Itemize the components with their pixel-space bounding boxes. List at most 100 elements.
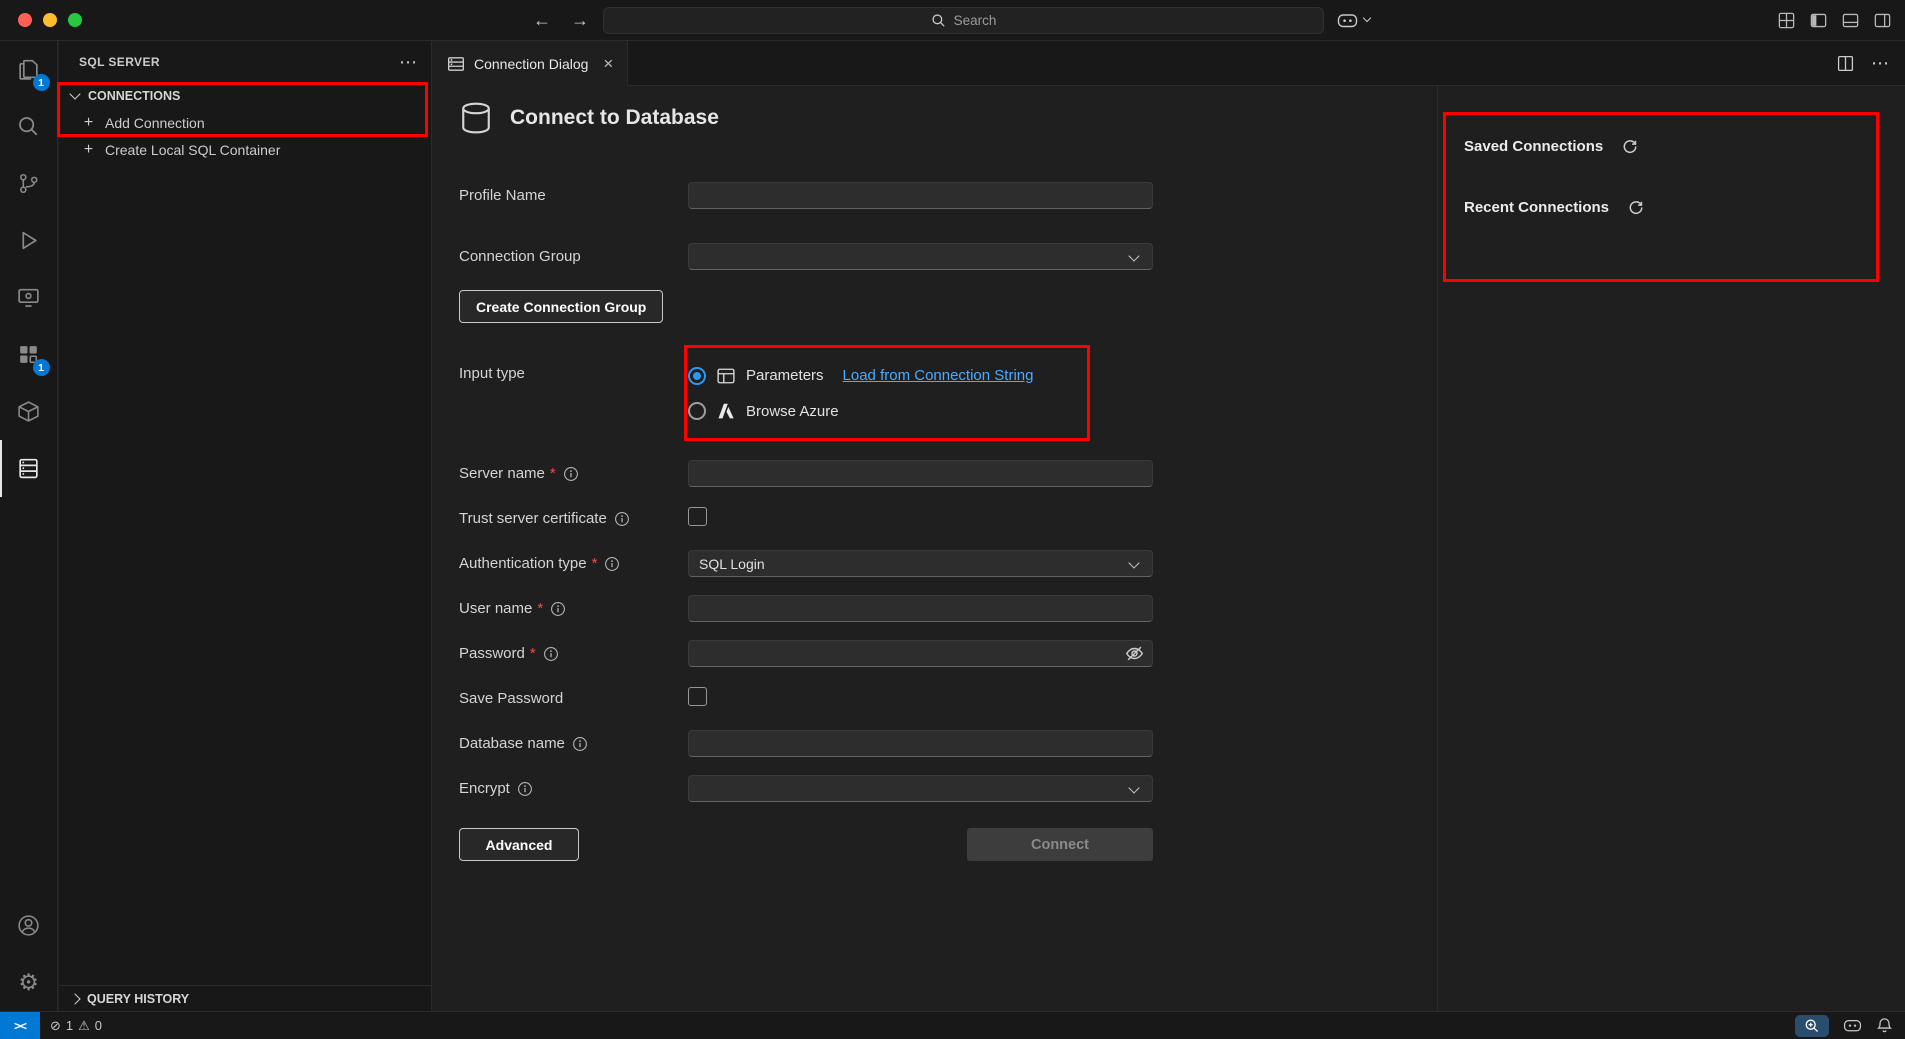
create-local-sql-container-item[interactable]: + Create Local SQL Container — [59, 136, 431, 163]
window-controls — [18, 13, 82, 27]
profile-name-label: Profile Name — [459, 187, 546, 204]
copilot-menu-button[interactable] — [1337, 0, 1370, 40]
trust-server-certificate-label: Trust server certificate — [459, 510, 607, 527]
profile-name-input[interactable] — [688, 182, 1153, 209]
chevron-right-icon — [69, 993, 80, 1004]
warning-icon: ⚠ — [78, 1018, 90, 1034]
advanced-button[interactable]: Advanced — [459, 828, 579, 861]
info-icon[interactable] — [517, 781, 533, 797]
sidebar-item-source-control[interactable] — [0, 155, 58, 212]
title-bar: ← → Search — [0, 0, 1905, 41]
info-icon[interactable] — [543, 646, 559, 662]
info-icon[interactable] — [572, 736, 588, 752]
encrypt-label: Encrypt — [459, 780, 510, 797]
toggle-password-visibility-icon[interactable] — [1125, 644, 1144, 663]
copilot-icon — [1337, 12, 1358, 29]
command-center-search[interactable]: Search — [603, 7, 1324, 34]
connections-section-label: CONNECTIONS — [88, 89, 180, 103]
error-count: 1 — [66, 1018, 73, 1033]
editor-group: Connection Dialog × ⋯ Connect to Databas… — [433, 41, 1905, 1011]
authentication-type-label: Authentication type — [459, 555, 587, 572]
activity-bar: 1 1 — [0, 41, 58, 1011]
status-bar: >< ⊘ 1 ⚠ 0 — [0, 1011, 1905, 1039]
toggle-panel-icon[interactable] — [1842, 12, 1859, 29]
info-icon[interactable] — [614, 511, 630, 527]
window-minimize-button[interactable] — [43, 13, 57, 27]
error-icon: ⊘ — [50, 1018, 61, 1034]
database-icon — [459, 101, 493, 135]
save-password-label: Save Password — [459, 690, 563, 707]
server-name-input[interactable] — [688, 460, 1153, 487]
connect-button[interactable]: Connect — [967, 828, 1153, 861]
encrypt-select[interactable] — [688, 775, 1153, 802]
user-name-input[interactable] — [688, 595, 1153, 622]
sidebar-item-run-debug[interactable] — [0, 212, 58, 269]
remote-indicator-button[interactable]: >< — [0, 1012, 40, 1039]
accounts-button[interactable] — [0, 897, 58, 954]
gear-icon: ⚙ — [18, 971, 39, 994]
connection-group-label: Connection Group — [459, 248, 581, 265]
connection-group-select[interactable] — [688, 243, 1153, 270]
database-name-input[interactable] — [688, 730, 1153, 757]
saved-connections-title: Saved Connections — [1464, 138, 1603, 155]
warning-count: 0 — [95, 1018, 102, 1033]
info-icon[interactable] — [563, 466, 579, 482]
parameters-label: Parameters — [746, 367, 824, 384]
refresh-icon[interactable] — [1627, 199, 1644, 216]
search-placeholder: Search — [954, 13, 997, 28]
tab-connection-dialog[interactable]: Connection Dialog × — [433, 41, 628, 86]
sidebar-item-search[interactable] — [0, 98, 58, 155]
problems-status-button[interactable]: ⊘ 1 ⚠ 0 — [50, 1018, 102, 1034]
sidebar-item-remote-explorer[interactable] — [0, 269, 58, 326]
window-zoom-button[interactable] — [68, 13, 82, 27]
plus-icon: + — [81, 114, 96, 132]
sidebar-more-actions-button[interactable]: ⋯ — [399, 52, 417, 73]
browse-azure-radio[interactable] — [688, 402, 706, 420]
primary-sidebar: SQL SERVER ⋯ CONNECTIONS + Add Connectio… — [59, 41, 432, 1011]
save-password-checkbox[interactable] — [688, 687, 707, 706]
connections-browser-panel: Saved Connections Recent Connections — [1437, 86, 1905, 1011]
add-connection-item[interactable]: + Add Connection — [59, 109, 431, 136]
split-editor-icon[interactable] — [1837, 55, 1854, 72]
create-connection-group-button[interactable]: Create Connection Group — [459, 290, 663, 323]
search-icon — [16, 114, 41, 139]
query-history-section-header[interactable]: QUERY HISTORY — [59, 985, 431, 1011]
sidebar-item-sql-server[interactable] — [0, 440, 58, 497]
trust-server-certificate-checkbox[interactable] — [688, 507, 707, 526]
info-icon[interactable] — [550, 601, 566, 617]
search-icon — [931, 13, 946, 28]
sidebar-item-explorer[interactable]: 1 — [0, 41, 58, 98]
connections-section-header[interactable]: CONNECTIONS — [59, 83, 431, 109]
containers-icon — [16, 399, 41, 424]
remote-icon: >< — [14, 1019, 26, 1033]
chevron-down-icon — [1363, 14, 1371, 22]
info-icon[interactable] — [604, 556, 620, 572]
editor-more-actions-button[interactable]: ⋯ — [1871, 53, 1889, 74]
authentication-type-select[interactable]: SQL Login — [688, 550, 1153, 577]
navigate-forward-button[interactable]: → — [571, 10, 589, 31]
parameters-radio[interactable] — [688, 367, 706, 385]
accounts-icon — [16, 913, 41, 938]
server-name-label: Server name — [459, 465, 545, 482]
zoom-in-icon — [1804, 1018, 1820, 1034]
toggle-secondary-sidebar-icon[interactable] — [1874, 12, 1891, 29]
settings-gear-button[interactable]: ⚙ — [0, 954, 58, 1011]
zoom-status-button[interactable] — [1795, 1015, 1829, 1037]
window-close-button[interactable] — [18, 13, 32, 27]
notifications-bell-button[interactable] — [1876, 1017, 1893, 1034]
required-marker: * — [530, 645, 536, 662]
chevron-down-icon — [69, 88, 80, 99]
load-from-connection-string-link[interactable]: Load from Connection String — [843, 367, 1034, 384]
sidebar-item-extensions[interactable]: 1 — [0, 326, 58, 383]
customize-layout-icon[interactable] — [1778, 12, 1795, 29]
toggle-primary-sidebar-icon[interactable] — [1810, 12, 1827, 29]
navigate-back-button[interactable]: ← — [533, 10, 551, 31]
sidebar-item-containers[interactable] — [0, 383, 58, 440]
input-type-parameters-option: Parameters Load from Connection String — [688, 359, 1153, 392]
password-input[interactable] — [688, 640, 1153, 667]
copilot-status-button[interactable] — [1843, 1018, 1862, 1033]
parameters-icon — [717, 368, 735, 384]
refresh-icon[interactable] — [1621, 138, 1638, 155]
tab-close-button[interactable]: × — [603, 54, 613, 74]
vscode-window: ← → Search — [0, 0, 1905, 1039]
